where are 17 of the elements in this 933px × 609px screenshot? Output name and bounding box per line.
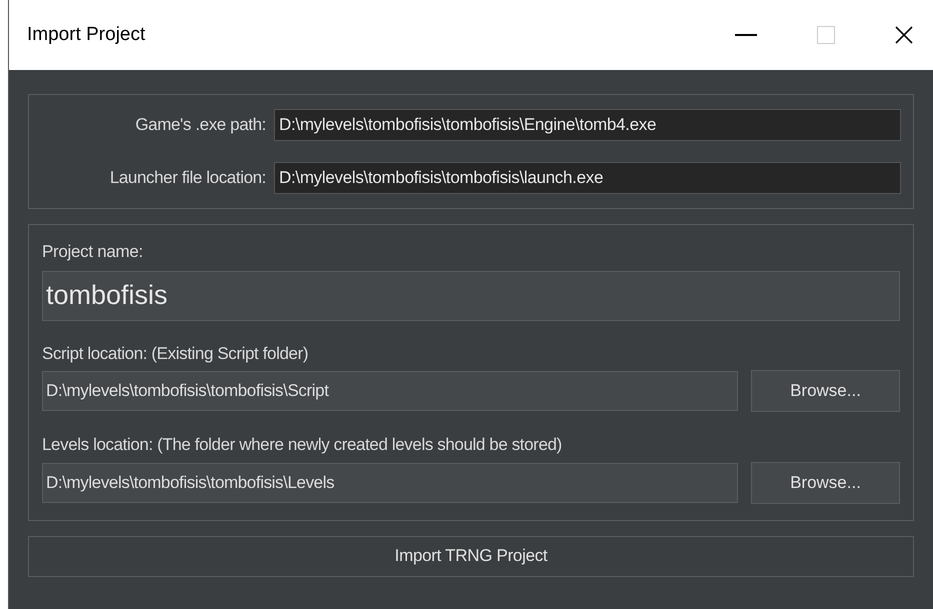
window-title: Import Project xyxy=(27,22,146,47)
browse-button[interactable]: Browse... xyxy=(751,370,900,412)
path-field[interactable]: D:\mylevels\tombofisis\tombofisis\Engine\tomb4.exe xyxy=(274,109,901,141)
browse-button[interactable]: Browse... xyxy=(751,462,900,504)
maximize-icon[interactable] xyxy=(817,26,835,44)
path-field[interactable]: D:\mylevels\tombofisis\tombofisis\launch.exe xyxy=(274,162,901,194)
field-label: Script location: (Existing Script folder) xyxy=(42,342,310,364)
field-label: Levels location: (The folder where newly created levels should be stored) xyxy=(42,434,563,456)
minimize-icon[interactable] xyxy=(735,34,757,36)
folder-field[interactable]: D:\mylevels\tombofisis\tombofisis\Levels xyxy=(42,462,738,502)
import-button[interactable]: Import TRNG Project xyxy=(28,536,914,576)
folder-field[interactable]: D:\mylevels\tombofisis\tombofisis\Script xyxy=(42,371,738,411)
field-label: Game's .exe path: xyxy=(134,114,266,136)
close-icon[interactable] xyxy=(895,26,913,44)
field-label: Project name: xyxy=(42,241,144,263)
project-name-field[interactable]: tombofisis xyxy=(42,270,900,320)
field-label: Launcher file location: xyxy=(108,167,266,190)
